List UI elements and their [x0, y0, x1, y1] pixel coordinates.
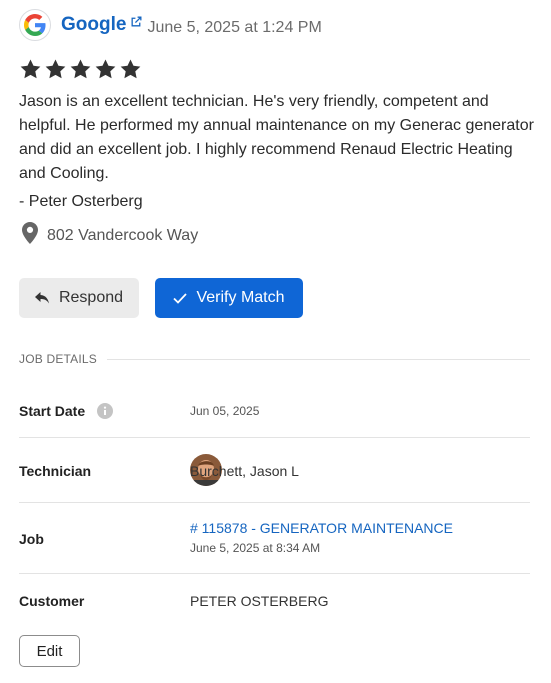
respond-label: Respond: [58, 289, 124, 306]
job-link[interactable]: # 115878 - GENERATOR MAINTENANCE: [190, 520, 453, 536]
star-icon: [94, 58, 117, 81]
job-time: June 5, 2025 at 8:34 AM: [190, 541, 321, 555]
edit-button[interactable]: Edit: [19, 635, 80, 667]
star-icon: [19, 58, 42, 81]
technician-name: Burchett, Jason L: [190, 463, 299, 479]
review-date: June 5, 2025 at 1:24 PM: [147, 19, 322, 36]
info-circle-icon[interactable]: [97, 403, 114, 420]
customer-name: PETER OSTERBERG: [190, 593, 329, 609]
google-logo-icon: [19, 9, 51, 41]
review-location: 802 Vandercook Way: [22, 222, 198, 249]
star-icon: [119, 58, 142, 81]
checkmark-icon: [173, 292, 188, 304]
reply-arrow-icon: [34, 292, 49, 304]
location-text: 802 Vandercook Way: [47, 226, 199, 244]
star-rating: [19, 58, 142, 81]
row-divider: [19, 502, 530, 503]
start-date-label: Start Date: [19, 403, 114, 420]
reviewer-name: - Peter Osterberg: [19, 193, 143, 210]
review-header: Google June 5, 2025 at 1:24 PM: [19, 9, 322, 41]
verify-match-button[interactable]: Verify Match: [155, 278, 303, 318]
verify-match-label: Verify Match: [196, 289, 285, 306]
start-date-value: Jun 05, 2025: [190, 404, 260, 418]
star-icon: [44, 58, 67, 81]
review-source-link[interactable]: Google: [61, 14, 126, 36]
job-label: Job: [19, 531, 44, 547]
respond-button[interactable]: Respond: [19, 278, 139, 318]
job-details-heading: JOB DETAILS: [19, 352, 97, 366]
row-divider: [19, 573, 530, 574]
customer-label: Customer: [19, 593, 85, 609]
section-divider: [107, 359, 530, 360]
row-divider: [19, 437, 530, 438]
external-link-icon[interactable]: [130, 15, 143, 28]
map-pin-icon: [22, 222, 38, 249]
review-text: Jason is an excellent technician. He's v…: [19, 93, 534, 182]
star-icon: [69, 58, 92, 81]
start-date-label-text: Start Date: [19, 403, 86, 419]
technician-label: Technician: [19, 463, 92, 479]
